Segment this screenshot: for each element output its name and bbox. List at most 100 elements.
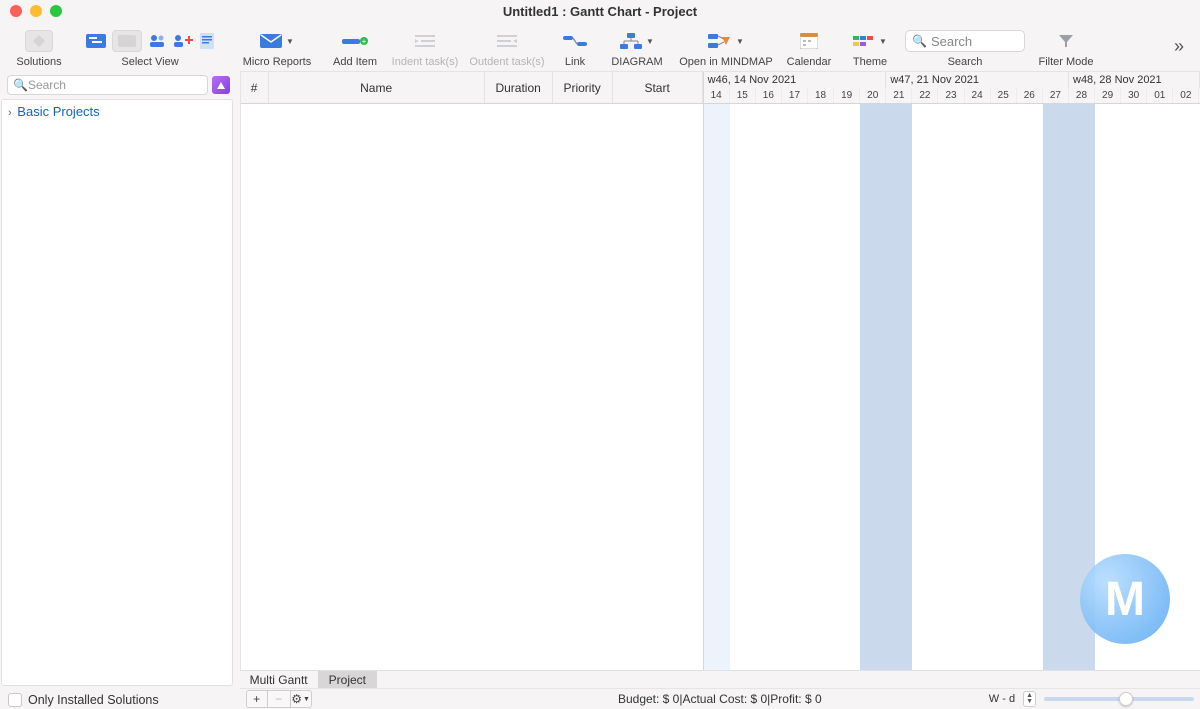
day-header: 20 — [860, 88, 886, 104]
sidebar-search-placeholder: Search — [28, 78, 66, 92]
resources-icon[interactable] — [148, 33, 166, 49]
weekend-column — [704, 104, 730, 670]
diamond-icon — [25, 30, 53, 52]
indent-button: Indent task(s) — [386, 22, 464, 71]
chevron-down-icon: ▼ — [286, 37, 294, 46]
column-header-number[interactable]: # — [241, 72, 269, 103]
day-header: 24 — [965, 88, 991, 104]
chevron-right-icon: › — [8, 107, 12, 119]
column-header-priority[interactable]: Priority — [553, 72, 613, 103]
week-header: w46, 14 Nov 2021 — [704, 72, 887, 88]
solutions-tree[interactable]: › Basic Projects — [1, 99, 233, 686]
toolbar-search-placeholder: Search — [931, 34, 972, 49]
remove-button: − — [268, 690, 290, 708]
select-view-group[interactable]: Select View — [70, 22, 230, 71]
gantt-view-icon[interactable] — [86, 33, 106, 49]
select-view-label: Select View — [121, 56, 178, 68]
mindmap-icon — [708, 33, 732, 49]
day-header: 17 — [782, 88, 808, 104]
weekend-column — [1043, 104, 1069, 670]
calendar-icon — [800, 33, 818, 49]
task-grid-body[interactable] — [241, 104, 703, 670]
calendar-label: Calendar — [787, 56, 832, 68]
day-header: 18 — [808, 88, 834, 104]
column-header-name[interactable]: Name — [269, 72, 485, 103]
solutions-button[interactable]: Solutions — [8, 22, 70, 71]
chevron-down-icon: ▼ — [303, 696, 310, 703]
weekend-column — [860, 104, 886, 670]
tab-project[interactable]: Project — [319, 671, 377, 688]
week-header: w48, 28 Nov 2021 — [1069, 72, 1200, 88]
window-title: Untitled1 : Gantt Chart - Project — [0, 4, 1200, 19]
only-installed-label: Only Installed Solutions — [28, 693, 159, 707]
app-logo-watermark: M — [1080, 554, 1170, 644]
week-header: w47, 21 Nov 2021 — [886, 72, 1069, 88]
day-header: 25 — [991, 88, 1017, 104]
column-header-duration[interactable]: Duration — [485, 72, 553, 103]
view-tabs: Multi Gantt Project — [240, 670, 1200, 688]
day-header: 27 — [1043, 88, 1069, 104]
gear-icon: ⚙ — [291, 692, 302, 706]
filter-mode-label: Filter Mode — [1038, 56, 1093, 68]
outdent-button: Outdent task(s) — [464, 22, 550, 71]
document-icon[interactable] — [200, 33, 214, 49]
theme-button[interactable]: ▼ Theme — [840, 22, 900, 71]
sidebar-extension-button[interactable] — [212, 76, 230, 94]
search-icon: 🔍 — [13, 78, 28, 92]
calendar-button[interactable]: Calendar — [778, 22, 840, 71]
add-item-button[interactable]: + Add Item — [324, 22, 386, 71]
mail-icon — [260, 33, 282, 49]
outdent-label: Outdent task(s) — [469, 56, 544, 68]
zoom-slider[interactable] — [1044, 697, 1194, 701]
diagram-label: DIAGRAM — [611, 56, 662, 68]
column-header-start[interactable]: Start — [613, 72, 703, 103]
settings-gear-button[interactable]: ⚙▼ — [290, 690, 312, 708]
only-installed-checkbox[interactable] — [8, 693, 22, 707]
day-header: 21 — [886, 88, 912, 104]
day-header: 14 — [704, 88, 730, 104]
toolbar-search-group[interactable]: 🔍 Search Search — [900, 22, 1030, 71]
toolbar-overflow-button[interactable]: » — [1166, 36, 1192, 57]
filter-mode-button[interactable]: Filter Mode — [1030, 22, 1102, 71]
open-mindmap-button[interactable]: ▼ Open in MINDMAP — [674, 22, 778, 71]
toolbar-search-label: Search — [948, 56, 983, 68]
day-header: 29 — [1095, 88, 1121, 104]
link-button[interactable]: Link — [550, 22, 600, 71]
svg-text:+: + — [362, 37, 367, 46]
sidebar-search-input[interactable]: 🔍 Search — [7, 75, 208, 95]
zoom-stepper[interactable]: ▲▼ — [1023, 691, 1036, 707]
add-bar-icon: + — [342, 34, 368, 48]
diagram-button[interactable]: ▼ DIAGRAM — [600, 22, 674, 71]
micro-reports-button[interactable]: ▼ Micro Reports — [230, 22, 324, 71]
status-bar: + − ⚙▼ Budget: $ 0|Actual Cost: $ 0|Prof… — [240, 688, 1200, 709]
theme-icon — [853, 34, 875, 48]
outdent-icon — [497, 34, 517, 48]
view-option-icon[interactable] — [112, 30, 142, 52]
day-header: 16 — [756, 88, 782, 104]
funnel-icon — [1058, 33, 1074, 49]
indent-icon — [415, 34, 435, 48]
day-header: 30 — [1121, 88, 1147, 104]
solutions-sidebar: 🔍 Search › Basic Projects Only Installed… — [0, 71, 234, 709]
day-header: 02 — [1173, 88, 1199, 104]
toolbar-search-input[interactable]: 🔍 Search — [905, 30, 1025, 52]
theme-label: Theme — [853, 56, 887, 68]
resource-assign-icon[interactable] — [172, 33, 194, 49]
chevron-down-icon: ▼ — [736, 37, 744, 46]
link-icon — [563, 34, 587, 48]
search-icon: 🔍 — [912, 34, 927, 48]
tree-item-basic-projects[interactable]: › Basic Projects — [8, 104, 226, 119]
task-grid: # Name Duration Priority Start — [241, 72, 704, 670]
zoom-unit-label: W - d — [989, 693, 1015, 705]
day-header: 26 — [1017, 88, 1043, 104]
day-header: 01 — [1147, 88, 1173, 104]
tree-item-label: Basic Projects — [17, 104, 99, 119]
day-header: 28 — [1069, 88, 1095, 104]
zoom-slider-thumb[interactable] — [1119, 692, 1133, 706]
timeline-weeks-row: w46, 14 Nov 2021 w47, 21 Nov 2021 w48, 2… — [704, 72, 1200, 88]
add-button[interactable]: + — [246, 690, 268, 708]
main-toolbar: Solutions Select View ▼ Micro Reports + … — [0, 22, 1200, 71]
add-item-label: Add Item — [333, 56, 377, 68]
day-header: 15 — [730, 88, 756, 104]
tab-multi-gantt[interactable]: Multi Gantt — [240, 671, 319, 688]
